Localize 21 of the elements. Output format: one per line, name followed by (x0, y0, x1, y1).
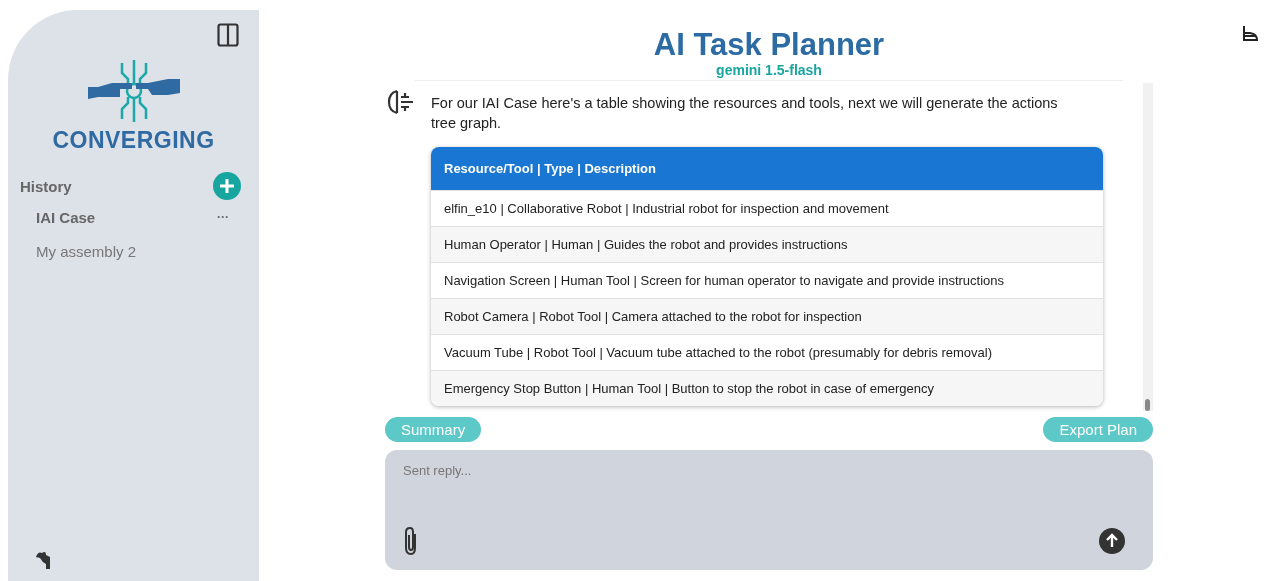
scrollbar[interactable] (1143, 83, 1153, 411)
logo-icon (87, 57, 180, 125)
history-item[interactable]: My assembly 2 (36, 234, 229, 268)
circuit-icon (387, 89, 415, 115)
message-text: For our IAI Case here's a table showing the resources and tools, next we will generate the actions tree graph. (431, 94, 1059, 133)
model-name: gemini 1.5-flash (415, 62, 1123, 81)
logo-text: CONVERGING (52, 127, 215, 154)
table-row: Emergency Stop Button | Human Tool | Button to stop the robot in case of emergency (431, 370, 1103, 406)
app-title: AI Task Planner (652, 28, 886, 62)
action-button[interactable]: Export Plan (1043, 417, 1153, 442)
send-icon[interactable] (1099, 528, 1125, 554)
more-icon[interactable]: ··· (217, 210, 229, 224)
add-icon[interactable] (213, 172, 241, 200)
history-heading: History (20, 177, 72, 195)
history-item[interactable]: IAI Case ··· (36, 200, 229, 234)
table-row: Human Operator | Human | Guides the robot and provides instructions (431, 226, 1103, 262)
action-button[interactable]: Summary (385, 417, 482, 442)
reply-field[interactable]: Sent reply... (401, 462, 1137, 479)
table-row: Robot Camera | Robot Tool | Camera attached to the robot for inspection (431, 298, 1103, 334)
table-header: Resource/Tool | Type | Description (431, 147, 1103, 190)
sidebar-toggle-icon[interactable] (217, 23, 239, 47)
